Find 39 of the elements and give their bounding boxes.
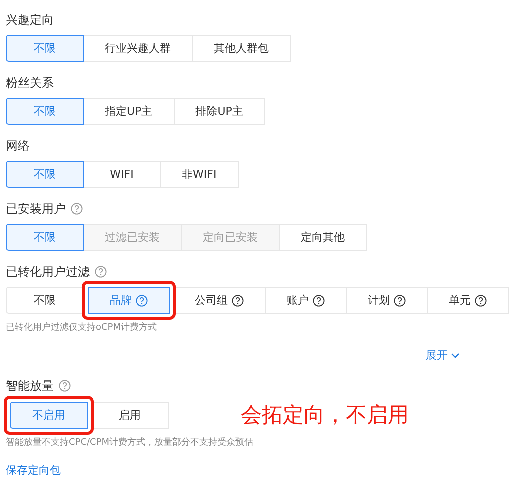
help-icon (136, 294, 148, 306)
option-button[interactable]: 指定UP主 (83, 98, 175, 125)
option-button[interactable]: 品牌 (88, 287, 170, 314)
section-title: 粉丝关系 (6, 74, 54, 92)
help-icon (475, 294, 487, 306)
option-button[interactable]: 非WIFI (160, 161, 239, 188)
option-button[interactable]: 计划 (346, 287, 428, 314)
help-icon (59, 380, 71, 392)
option-button[interactable]: 不限 (6, 35, 84, 62)
help-icon (232, 294, 244, 306)
section-title: 已安装用户 (6, 200, 66, 218)
option-button[interactable]: 单元 (427, 287, 509, 314)
option-button[interactable]: 账户 (265, 287, 347, 314)
option-button[interactable]: 不限 (6, 161, 84, 188)
section-title: 已转化用户过滤 (6, 264, 90, 280)
option-button[interactable]: 不限 (6, 224, 84, 251)
expand-link[interactable]: 展开 (426, 348, 460, 363)
option-button[interactable]: WIFI (83, 161, 161, 188)
option-button[interactable]: 定向其他 (279, 224, 367, 251)
option-button[interactable]: 不限 (6, 287, 84, 314)
help-icon (71, 203, 83, 215)
help-icon (313, 294, 325, 306)
section-title: 智能放量 (6, 378, 54, 394)
hint-text: 智能放量不支持CPC/CPM计费方式，放量部分不支持受众预估 (6, 436, 255, 449)
hint-text: 已转化用户过滤仅支持oCPM计费方式 (6, 322, 158, 334)
annotation-text: 会拓定向，不启用 (241, 402, 409, 429)
option-button[interactable]: 排除UP主 (174, 98, 266, 125)
section-title: 网络 (6, 138, 30, 154)
option-button[interactable]: 其他人群包 (192, 35, 291, 62)
section-title: 兴趣定向 (6, 12, 54, 28)
help-icon (95, 266, 107, 278)
option-button[interactable]: 启用 (91, 402, 169, 428)
option-button[interactable]: 不启用 (10, 402, 88, 428)
option-button[interactable]: 行业兴趣人群 (83, 35, 193, 62)
option-button[interactable]: 公司组 (173, 287, 266, 314)
chevron-down-icon (451, 352, 460, 358)
help-icon (394, 294, 406, 306)
save-link[interactable]: 保存定向包 (6, 463, 61, 478)
option-button[interactable]: 不限 (6, 98, 84, 125)
